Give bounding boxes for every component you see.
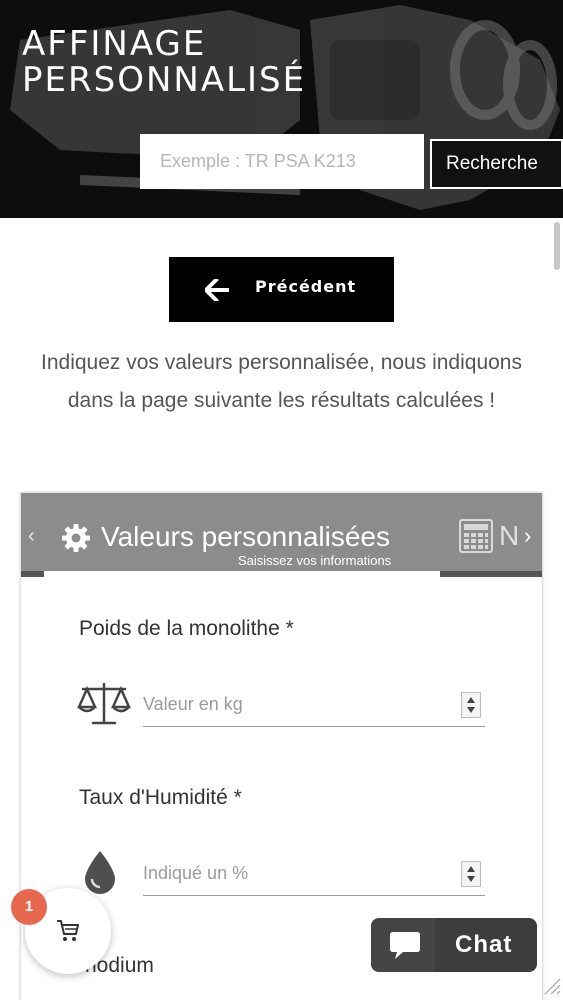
- humidite-spinner[interactable]: [461, 861, 481, 887]
- chat-label: Chat: [455, 931, 513, 958]
- cart-count-badge: 1: [11, 889, 47, 925]
- water-drop-icon: [85, 851, 115, 894]
- tab-track-right: [440, 571, 542, 577]
- tab-track-left: [21, 571, 44, 577]
- poids-spinner[interactable]: [461, 692, 481, 718]
- humidite-input[interactable]: [143, 852, 485, 896]
- spinner-up-icon[interactable]: [467, 697, 475, 703]
- search-input[interactable]: [140, 134, 424, 189]
- tab-next-partial[interactable]: N: [499, 520, 519, 552]
- poids-input[interactable]: [143, 683, 485, 727]
- spinner-down-icon[interactable]: [467, 876, 475, 882]
- wizard-tabs: ‹ Valeurs personnalisées Saisissez vos i…: [21, 493, 542, 577]
- page-title-line-1: AFFINAGE: [22, 24, 207, 64]
- page-title-line-2: PERSONNALISÉ: [22, 60, 307, 100]
- previous-button-label: Précédent: [255, 277, 357, 296]
- chat-icon-container: [371, 918, 435, 972]
- chat-button[interactable]: Chat: [371, 918, 537, 972]
- scale-icon: [77, 682, 131, 725]
- search-button[interactable]: Recherche: [430, 139, 563, 189]
- shopping-cart-icon: [57, 920, 79, 941]
- active-tab-indicator: [44, 571, 440, 577]
- calculator-icon: [459, 519, 493, 553]
- intro-text: Indiquez vos valeurs personnalisée, nous…: [41, 351, 522, 412]
- tab-subtitle: Saisissez vos informations: [238, 553, 392, 568]
- scrollbar-thumb[interactable]: [554, 222, 560, 270]
- chevron-right-icon[interactable]: ›: [524, 523, 531, 549]
- chevron-left-icon[interactable]: ‹: [28, 525, 35, 548]
- chat-bubble-icon: [390, 932, 420, 959]
- field-label-humidite: Taux d'Humidité *: [79, 786, 242, 809]
- spinner-up-icon[interactable]: [467, 866, 475, 872]
- spinner-down-icon[interactable]: [467, 707, 475, 713]
- arrow-left-icon: [205, 279, 229, 301]
- previous-button[interactable]: Précédent: [169, 257, 394, 322]
- page-header: AFFINAGE PERSONNALISÉ Recherche: [0, 0, 563, 218]
- gear-icon: [62, 524, 90, 552]
- page-title: AFFINAGE PERSONNALISÉ: [22, 26, 306, 98]
- tab-valeurs-personnalisees[interactable]: Valeurs personnalisées: [101, 521, 390, 553]
- field-label-poids: Poids de la monolithe *: [79, 617, 294, 640]
- resize-grip-icon[interactable]: [541, 975, 561, 995]
